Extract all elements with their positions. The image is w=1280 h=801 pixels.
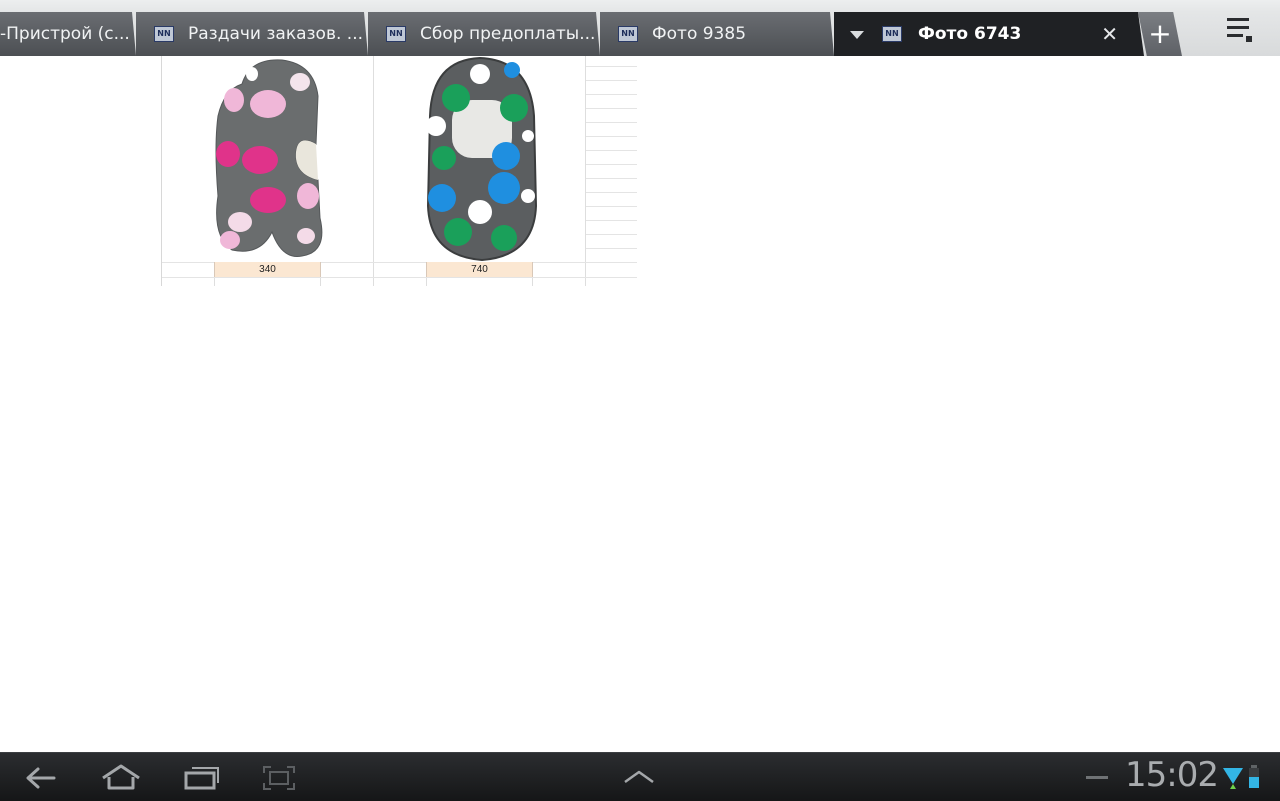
- home-icon[interactable]: [100, 763, 142, 791]
- tab-4-label: Фото 9385: [652, 24, 747, 44]
- system-navigation-bar: 15:02: [0, 752, 1280, 801]
- tab-2-label: Раздачи заказов. ...: [188, 24, 363, 44]
- battery-icon: [1249, 765, 1259, 788]
- back-icon[interactable]: [24, 765, 58, 791]
- recent-apps-icon[interactable]: [184, 765, 220, 791]
- tab-1-label: -Пристрой (с...: [0, 24, 130, 44]
- site-favicon-icon: NN: [386, 26, 406, 42]
- screenshot-icon[interactable]: [262, 765, 296, 791]
- tab-5-active[interactable]: NN Фото 6743 ✕: [834, 12, 1144, 56]
- browser-tab-bar: -Пристрой (с... NN Раздачи заказов. ... …: [0, 0, 1280, 56]
- wifi-icon: [1223, 768, 1243, 789]
- close-tab-icon[interactable]: ✕: [1101, 12, 1118, 56]
- new-tab-button[interactable]: +: [1138, 12, 1182, 56]
- site-favicon-icon: NN: [882, 26, 902, 42]
- balaclava-front-view-image: [426, 56, 538, 262]
- price-label-1: 340: [214, 262, 321, 277]
- tab-2[interactable]: NN Раздачи заказов. ...: [136, 12, 368, 56]
- page-content: 340 740: [0, 56, 1280, 752]
- product-photo: 340 740: [161, 56, 637, 286]
- tab-4[interactable]: NN Фото 9385: [600, 12, 834, 56]
- notification-dash-icon[interactable]: [1086, 775, 1108, 781]
- chevron-up-icon[interactable]: [622, 769, 656, 785]
- tab-5-label: Фото 6743: [918, 24, 1022, 44]
- clock-time[interactable]: 15:02: [1125, 755, 1219, 795]
- tab-3[interactable]: NN Сбор предоплаты...: [368, 12, 600, 56]
- tab-dropdown-icon[interactable]: [850, 31, 864, 39]
- site-favicon-icon: NN: [618, 26, 638, 42]
- site-favicon-icon: NN: [154, 26, 174, 42]
- balaclava-side-view-image: [215, 59, 323, 257]
- tab-1[interactable]: -Пристрой (с...: [0, 12, 136, 56]
- price-label-2: 740: [426, 262, 533, 277]
- menu-icon[interactable]: [1222, 14, 1262, 46]
- tab-3-label: Сбор предоплаты...: [420, 24, 596, 44]
